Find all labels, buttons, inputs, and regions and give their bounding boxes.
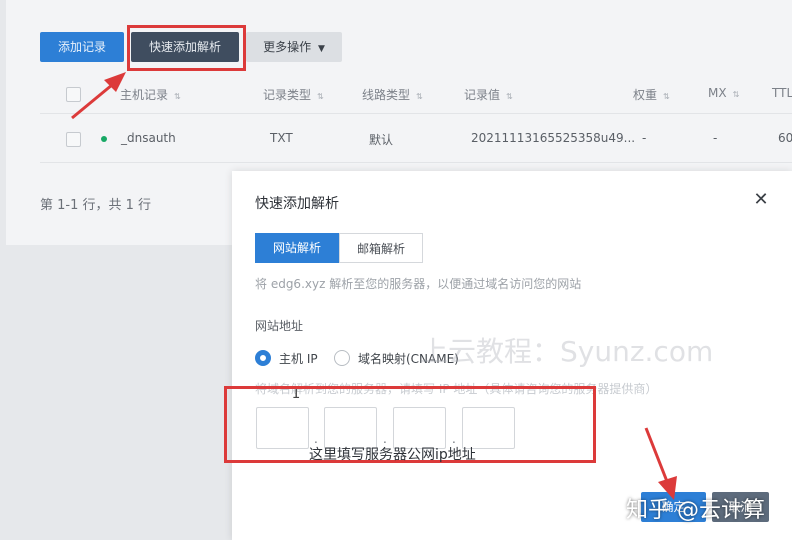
arrow-to-quick-add-icon <box>71 72 126 120</box>
zhihu-watermark: 知乎 @云计算 <box>626 498 765 523</box>
arrow-to-submit-icon <box>644 427 677 500</box>
annotation-arrows <box>71 72 677 500</box>
